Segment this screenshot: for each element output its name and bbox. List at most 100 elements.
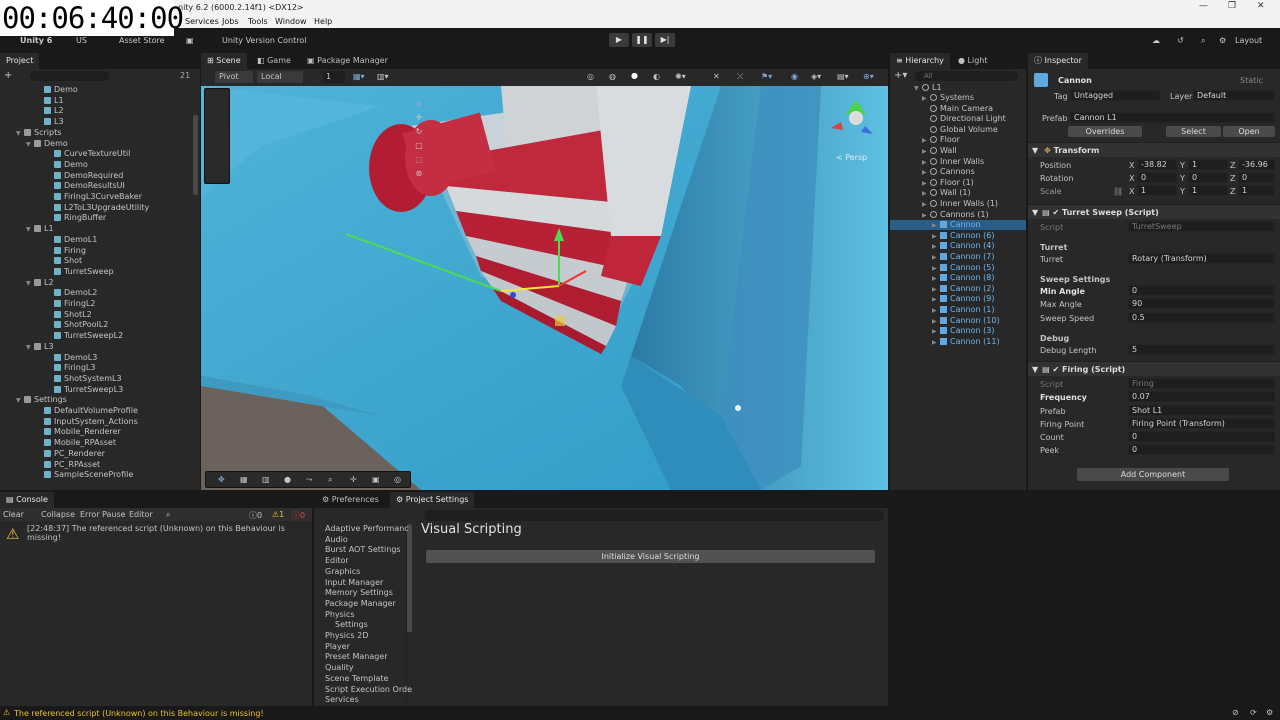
- minimize-icon[interactable]: —: [1199, 1, 1208, 11]
- status-debug-icon[interactable]: ⚙: [1266, 708, 1273, 717]
- rotation-y-field[interactable]: 0: [1188, 172, 1228, 183]
- settings-category[interactable]: Preset Manager: [325, 652, 388, 661]
- globe-icon[interactable]: ◍: [609, 72, 616, 81]
- maximize-icon[interactable]: ❐: [1228, 1, 1236, 11]
- position-x-field[interactable]: -38.82: [1137, 159, 1177, 170]
- foldout-arrow-icon[interactable]: ▼: [16, 129, 24, 139]
- debug-length-field[interactable]: 5: [1128, 344, 1275, 355]
- project-item[interactable]: InputSystem_Actions: [36, 417, 138, 427]
- foldout-arrow-icon[interactable]: ▶: [932, 317, 940, 327]
- project-item[interactable]: ▼ L1: [26, 224, 54, 234]
- error-count[interactable]: ⓘ0: [292, 510, 305, 521]
- tab-inspector[interactable]: ⓘ Inspector: [1028, 53, 1088, 69]
- overlay-circle-icon[interactable]: ◎: [394, 475, 401, 484]
- object-name[interactable]: Cannon: [1058, 76, 1092, 85]
- project-item[interactable]: DemoL2: [46, 288, 97, 298]
- account-dropdown[interactable]: Unity 6: [20, 36, 52, 45]
- add-icon[interactable]: +: [4, 70, 12, 81]
- settings-icon[interactable]: ⚙: [1219, 36, 1226, 45]
- project-item[interactable]: Mobile_RPAsset: [36, 438, 116, 448]
- console-entry[interactable]: ⚠ [22:48:37] The referenced script (Unkn…: [0, 522, 312, 544]
- firing-enabled-checkbox[interactable]: ✔: [1053, 365, 1060, 374]
- project-item[interactable]: DemoL3: [46, 353, 97, 363]
- status-message[interactable]: The referenced script (Unknown) on this …: [14, 709, 264, 718]
- gizmos-icon[interactable]: ▤▾: [837, 72, 849, 81]
- clear-button[interactable]: Clear: [3, 510, 24, 519]
- foldout-arrow-icon[interactable]: ▶: [922, 200, 930, 210]
- layers-icon[interactable]: ◈▾: [811, 72, 821, 81]
- warning-count[interactable]: ⚠1: [272, 510, 284, 519]
- project-item[interactable]: Mobile_Renderer: [36, 427, 121, 437]
- firing-point-field[interactable]: Firing Point (Transform): [1128, 418, 1275, 429]
- project-item[interactable]: TurretSweepL2: [46, 331, 123, 341]
- step-button[interactable]: ▶|: [655, 33, 675, 47]
- hierarchy-item[interactable]: ▶ Inner Walls (1): [890, 199, 1026, 209]
- foldout-arrow-icon[interactable]: ▶: [932, 327, 940, 337]
- scale-x-field[interactable]: 1: [1137, 185, 1177, 196]
- project-search-input[interactable]: [30, 71, 110, 81]
- peek-field[interactable]: 0: [1128, 444, 1275, 455]
- project-item[interactable]: DemoL1: [46, 235, 97, 245]
- perspective-label[interactable]: < Persp: [836, 153, 867, 162]
- select-button[interactable]: Select: [1166, 126, 1221, 137]
- foldout-arrow-icon[interactable]: ▼: [26, 225, 34, 235]
- tab-console[interactable]: ▤ Console: [0, 492, 54, 508]
- menu-services[interactable]: Services: [185, 17, 219, 26]
- scale-y-field[interactable]: 1: [1188, 185, 1228, 196]
- collapse-toggle[interactable]: Collapse: [41, 510, 75, 519]
- project-item[interactable]: FiringL2: [46, 299, 95, 309]
- overlay-box-icon[interactable]: ▣: [372, 475, 380, 484]
- min-angle-field[interactable]: 0: [1128, 285, 1275, 296]
- static-toggle[interactable]: Static: [1240, 76, 1263, 85]
- project-item[interactable]: FiringL3CurveBaker: [46, 192, 142, 202]
- foldout-arrow-icon[interactable]: ▶: [932, 264, 940, 274]
- tab-lighting[interactable]: ● Light: [952, 53, 994, 69]
- settings-category[interactable]: Player: [325, 642, 350, 651]
- project-item[interactable]: TurretSweep: [46, 267, 114, 277]
- foldout-arrow-icon[interactable]: ▶: [922, 136, 930, 146]
- hierarchy-prefab-item[interactable]: ▶ Cannon (1): [890, 305, 1026, 315]
- grid-snap-icon[interactable]: ▦▾: [353, 72, 365, 81]
- project-item[interactable]: Demo: [36, 85, 78, 95]
- tab-package-manager[interactable]: ▣ Package Manager: [301, 53, 394, 69]
- hierarchy-prefab-item[interactable]: ▶ Cannon (4): [890, 241, 1026, 251]
- settings-category[interactable]: Services: [325, 695, 359, 704]
- tab-game[interactable]: ◧ Game: [251, 53, 297, 69]
- project-item[interactable]: ▼ L3: [26, 342, 54, 352]
- scene-viewport[interactable]: < Persp: [201, 86, 888, 490]
- project-item[interactable]: ▼ Demo: [26, 139, 68, 149]
- info-count[interactable]: ⓘ0: [249, 510, 262, 521]
- overlay-search-icon[interactable]: ⌕: [328, 475, 332, 485]
- settings-category[interactable]: Scene Template: [325, 674, 388, 683]
- error-pause-toggle[interactable]: Error Pause: [80, 510, 126, 519]
- asset-store-button[interactable]: Asset Store: [119, 36, 165, 45]
- settings-category[interactable]: Script Execution Orde: [325, 685, 412, 694]
- project-scrollbar[interactable]: [193, 115, 198, 195]
- hierarchy-add-icon[interactable]: +▾: [894, 70, 907, 81]
- add-component-button[interactable]: Add Component: [1077, 468, 1229, 481]
- project-item[interactable]: DemoResultsUI: [46, 181, 125, 191]
- transform-tool-icon[interactable]: ⊛: [410, 167, 428, 180]
- local-dropdown[interactable]: Local: [257, 71, 303, 83]
- menu-window[interactable]: Window: [275, 17, 307, 26]
- layer-dropdown[interactable]: Default: [1193, 90, 1275, 101]
- menu-tools[interactable]: Tools: [248, 17, 268, 26]
- turret-sweep-script-field[interactable]: TurretSweep: [1128, 221, 1275, 232]
- version-control-dropdown[interactable]: Unity Version Control: [222, 36, 306, 45]
- lighting-icon[interactable]: ✺▾: [675, 72, 686, 81]
- transform-header[interactable]: ▼ ✥ Transform: [1028, 142, 1280, 157]
- foldout-arrow-icon[interactable]: ▶: [922, 168, 930, 178]
- shot-prefab-field[interactable]: Shot L1: [1128, 405, 1275, 416]
- settings-category[interactable]: Physics: [325, 610, 355, 619]
- overlay-sphere-icon[interactable]: ●: [284, 475, 291, 484]
- settings-search-input[interactable]: [424, 510, 884, 521]
- package-icon[interactable]: ▣: [186, 36, 194, 45]
- orientation-icon[interactable]: ◎: [587, 72, 594, 81]
- foldout-arrow-icon[interactable]: ▶: [932, 295, 940, 305]
- initialize-visual-scripting-button[interactable]: Initialize Visual Scripting: [426, 550, 875, 563]
- foldout-arrow-icon[interactable]: ▶: [932, 274, 940, 284]
- hierarchy-item[interactable]: ▶ Systems: [890, 93, 1026, 103]
- count-field[interactable]: 0: [1128, 431, 1275, 442]
- project-item[interactable]: ShotL2: [46, 310, 92, 320]
- project-item[interactable]: RingBuffer: [46, 213, 106, 223]
